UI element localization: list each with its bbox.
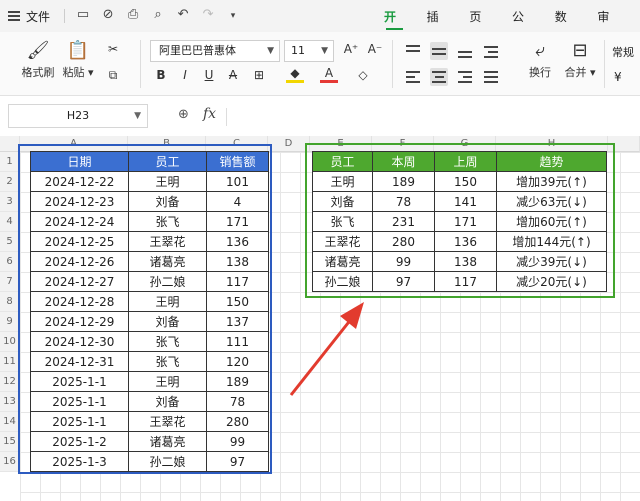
arrow-head xyxy=(340,302,364,329)
arrow-annotation xyxy=(289,302,364,396)
arrow-shaft xyxy=(289,317,354,396)
